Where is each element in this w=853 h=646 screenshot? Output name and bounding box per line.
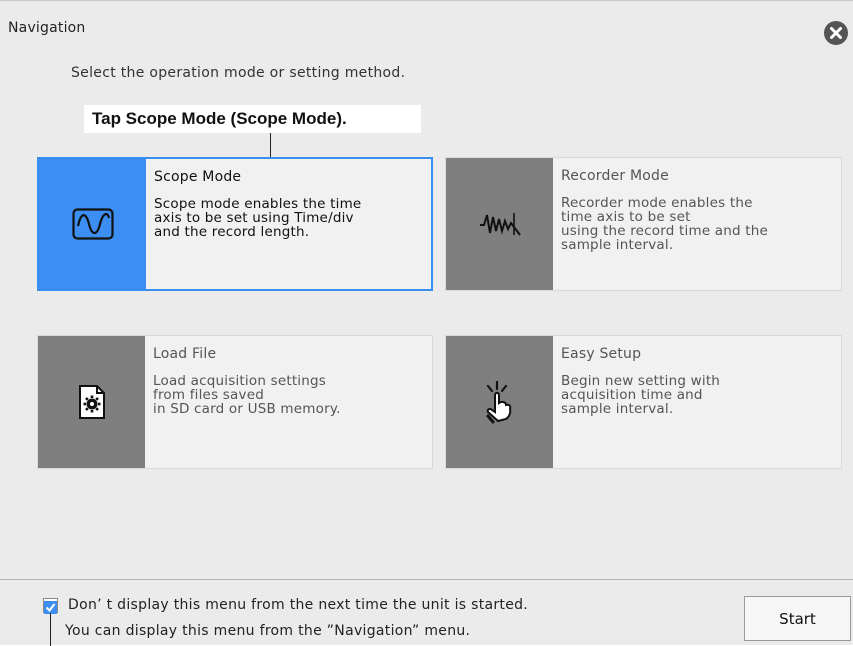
recorder-mode-icon-box <box>446 158 553 290</box>
recorder-mode-label: Recorder Mode <box>561 168 669 184</box>
recorder-mode-description: Recorder mode enables the time axis to b… <box>561 195 769 253</box>
sine-wave-icon <box>71 208 114 240</box>
recorder-wave-icon <box>479 213 521 236</box>
load-file-icon-box <box>38 336 145 468</box>
easy-setup-icon-box <box>446 336 553 468</box>
easy-setup-label: Easy Setup <box>561 346 642 362</box>
recorder-mode-card[interactable]: Recorder Mode Recorder mode enables the … <box>445 157 842 291</box>
scope-mode-label: Scope Mode <box>154 169 242 185</box>
easy-setup-description: Begin new setting with acquisition time … <box>561 373 721 417</box>
dialog-title: Navigation <box>8 20 86 36</box>
checkbox-leader-line <box>50 613 51 646</box>
dont-display-label: Don’ t display this menu from the next t… <box>68 597 529 613</box>
instruction-text: Select the operation mode or setting met… <box>71 65 406 81</box>
easy-setup-card[interactable]: Easy Setup Begin new setting with acquis… <box>445 335 842 469</box>
start-button[interactable]: Start <box>744 596 851 641</box>
scope-mode-icon-box <box>39 159 146 289</box>
callout-leader-line <box>270 133 271 159</box>
dont-display-checkbox[interactable] <box>43 598 58 614</box>
load-file-card[interactable]: Load File Load acquisition settings from… <box>37 335 433 469</box>
close-button[interactable] <box>824 21 848 45</box>
callout-annotation: Tap Scope Mode (Scope Mode). <box>84 105 421 133</box>
load-file-label: Load File <box>153 346 217 362</box>
footer-divider <box>0 579 853 580</box>
tap-hand-icon <box>486 380 511 424</box>
file-gear-icon <box>78 385 105 419</box>
scope-mode-description: Scope mode enables the time axis to be s… <box>154 196 362 240</box>
close-icon <box>830 27 842 39</box>
navigation-dialog: Navigation Select the operation mode or … <box>0 0 853 646</box>
load-file-description: Load acquisition settings from files sav… <box>153 373 341 417</box>
navigation-menu-hint: You can display this menu from the ”Navi… <box>65 623 471 639</box>
scope-mode-card[interactable]: Scope Mode Scope mode enables the time a… <box>37 157 433 291</box>
